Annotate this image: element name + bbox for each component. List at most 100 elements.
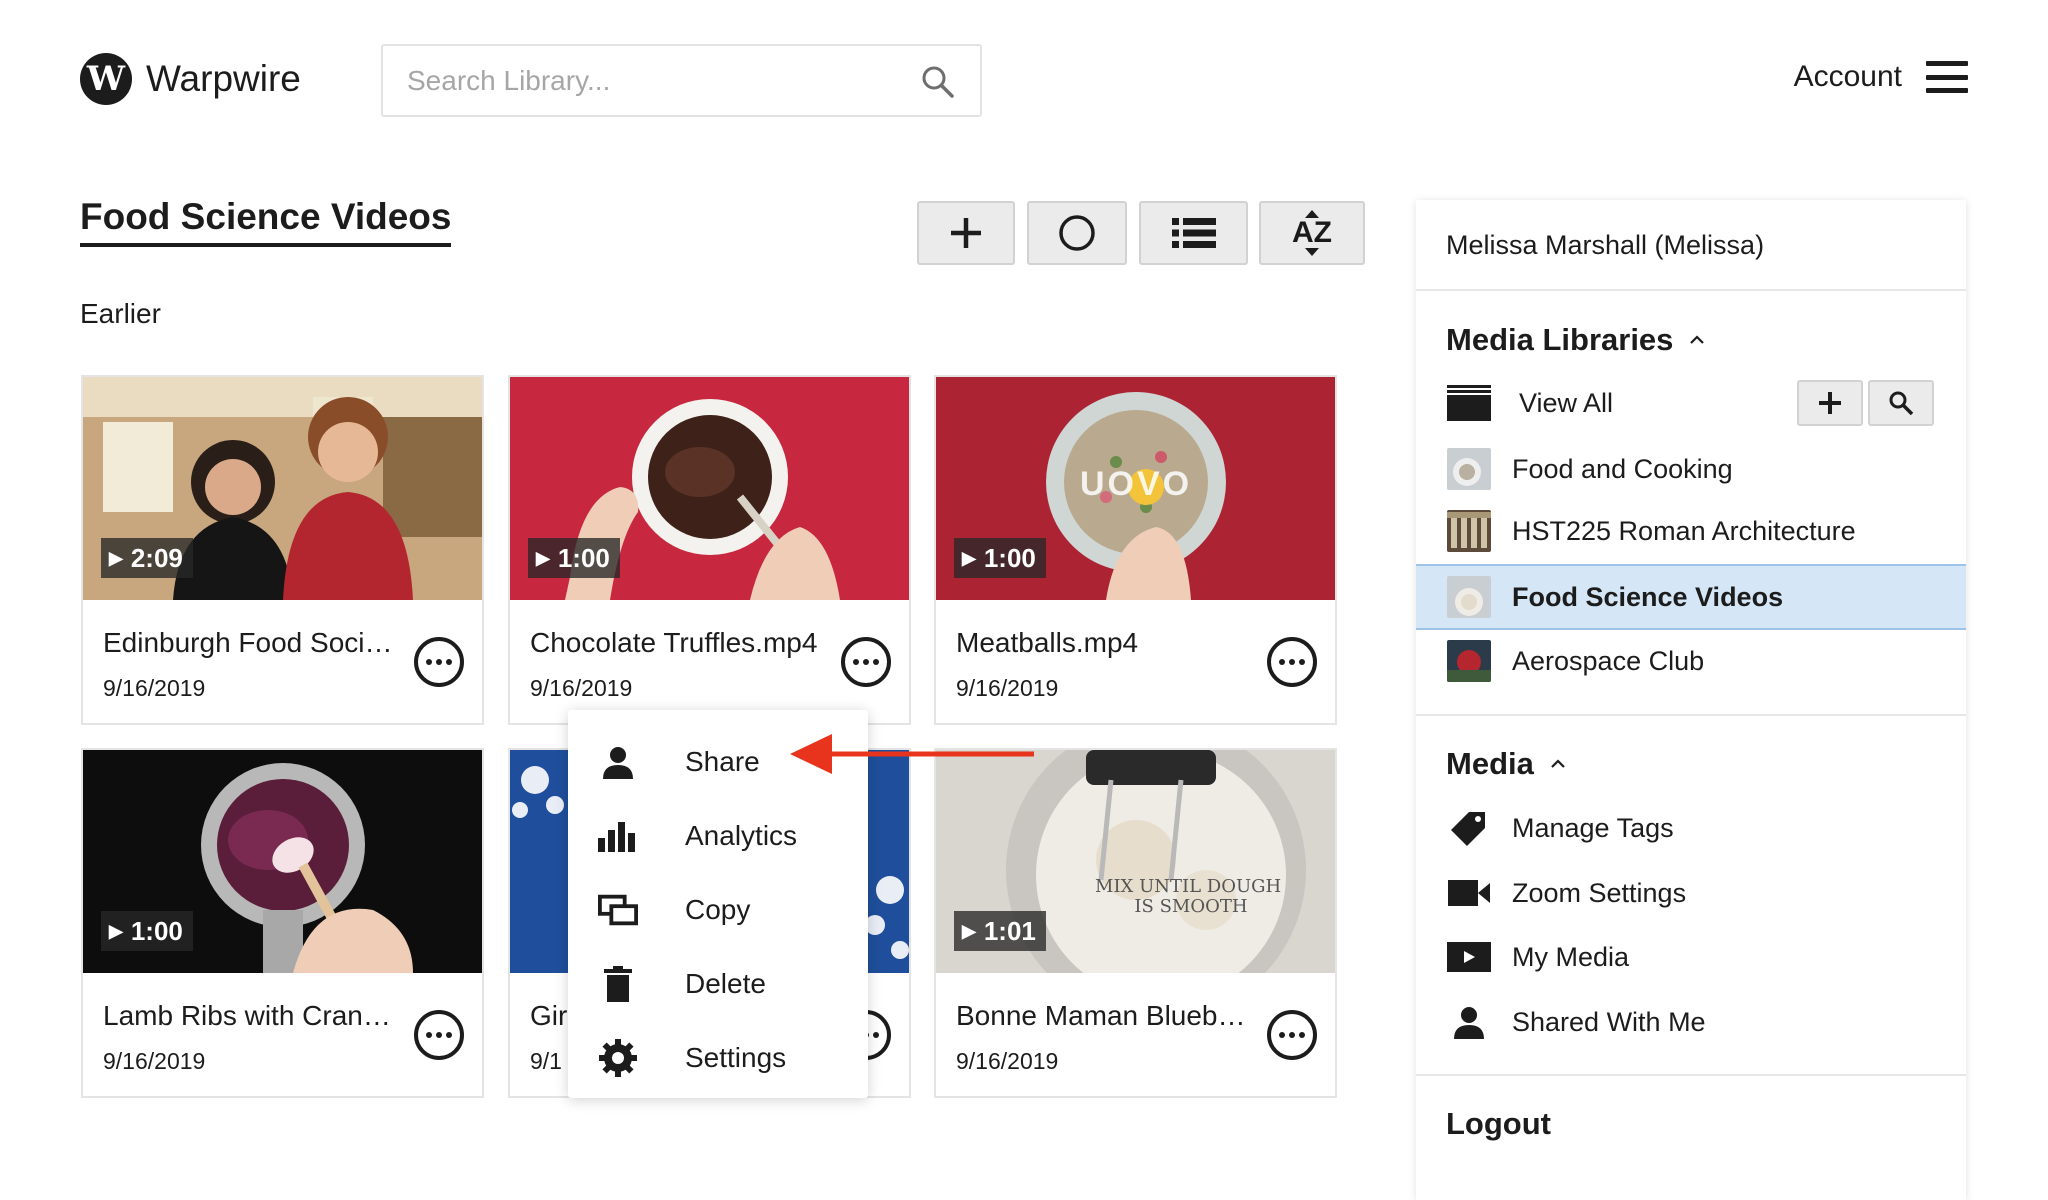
bar-chart-icon <box>598 816 638 856</box>
video-date: 9/16/2019 <box>103 675 206 701</box>
search-icon <box>1889 391 1914 416</box>
sidebar-item-library[interactable]: Food and Cooking <box>1416 438 1966 500</box>
sidebar-item-label: Manage Tags <box>1512 812 1674 843</box>
sidebar-item-label: View All <box>1519 387 1614 418</box>
tag-icon <box>1446 806 1492 850</box>
trash-icon <box>598 964 638 1004</box>
menu-item-label: Analytics <box>685 820 798 851</box>
video-date: 9/16/2019 <box>956 1048 1059 1074</box>
section-heading-label: Media <box>1446 746 1534 781</box>
user-name: Melissa Marshall (Melissa) <box>1446 230 1765 260</box>
duration-badge: ▶ 1:01 <box>954 911 1046 951</box>
video-card[interactable]: ▶ 1:00 Lamb Ribs with Cran… 9/16/2019 <box>81 748 484 1098</box>
menu-item-label: Share <box>685 746 760 777</box>
sidebar-item-view-all[interactable]: View All <box>1416 372 1966 434</box>
page-title: Food Science Videos <box>80 196 452 247</box>
menu-item-copy[interactable]: Copy <box>568 880 868 940</box>
more-options-button[interactable] <box>1267 1010 1317 1060</box>
video-date: 9/16/2019 <box>103 1048 206 1074</box>
divider <box>1416 289 1966 291</box>
sidebar-item-library[interactable]: HST225 Roman Architecture <box>1416 500 1966 562</box>
sidebar-item-zoom-settings[interactable]: Zoom Settings <box>1416 862 1966 924</box>
record-button[interactable] <box>1027 201 1127 265</box>
warpwire-logo[interactable]: W Warpwire <box>80 53 301 105</box>
sort-az-button[interactable]: AZ <box>1259 201 1365 265</box>
annotation-arrow-icon <box>790 734 1034 774</box>
video-date: 9/16/2019 <box>530 675 633 701</box>
video-title[interactable]: Edinburgh Food Soci… <box>103 627 403 659</box>
video-date: 9/1 <box>530 1048 562 1074</box>
chevron-up-icon[interactable] <box>1550 756 1566 772</box>
video-date: 9/16/2019 <box>956 675 1059 701</box>
plus-icon <box>1819 392 1841 414</box>
duration-badge: ▶ 1:00 <box>954 538 1046 578</box>
video-thumbnail[interactable]: UOVO ▶ 1:00 <box>936 377 1335 600</box>
video-title[interactable]: Lamb Ribs with Cran… <box>103 1000 403 1032</box>
folder-stack-icon <box>1446 381 1492 425</box>
copy-icon <box>598 890 638 930</box>
video-card[interactable]: ▶ 2:09 Edinburgh Food Soci… 9/16/2019 <box>81 375 484 725</box>
account-sidebar: Melissa Marshall (Melissa) Media Librari… <box>1416 200 1966 1200</box>
more-options-button[interactable] <box>1267 637 1317 687</box>
library-thumbnail <box>1446 509 1492 553</box>
menu-item-label: Settings <box>685 1042 787 1073</box>
search-input[interactable] <box>407 62 887 100</box>
account-menu[interactable]: Account <box>1794 60 1968 94</box>
video-title[interactable]: Chocolate Truffles.mp4 <box>530 627 830 659</box>
section-label-earlier: Earlier <box>80 298 161 329</box>
search-libraries-button[interactable] <box>1868 380 1934 426</box>
search-icon[interactable] <box>920 64 956 100</box>
list-view-button[interactable] <box>1139 201 1248 265</box>
video-thumbnail[interactable]: MIX UNTIL DOUGH IS SMOOTH ▶ 1:01 <box>936 750 1335 973</box>
sidebar-item-label: Food and Cooking <box>1512 453 1733 484</box>
play-box-icon <box>1446 935 1492 979</box>
media-libraries-heading[interactable]: Media Libraries <box>1446 322 1705 358</box>
section-heading-label: Media Libraries <box>1446 322 1674 357</box>
add-library-button[interactable] <box>1797 380 1863 426</box>
sidebar-item-my-media[interactable]: My Media <box>1416 926 1966 988</box>
sidebar-item-library-active[interactable]: Food Science Videos <box>1416 564 1966 630</box>
video-thumbnail[interactable]: ▶ 1:00 <box>83 750 482 973</box>
duration-badge: ▶ 1:00 <box>528 538 620 578</box>
more-options-button[interactable] <box>841 637 891 687</box>
hamburger-menu-icon[interactable] <box>1926 61 1968 93</box>
sidebar-item-label: HST225 Roman Architecture <box>1512 515 1856 546</box>
video-title[interactable]: Meatballs.mp4 <box>956 627 1256 659</box>
sidebar-item-label: Zoom Settings <box>1512 877 1687 908</box>
video-card[interactable]: UOVO ▶ 1:00 Meatballs.mp4 9/16/2019 <box>934 375 1337 725</box>
more-options-button[interactable] <box>414 1010 464 1060</box>
add-media-button[interactable] <box>917 201 1015 265</box>
search-box[interactable] <box>381 44 982 117</box>
sidebar-item-manage-tags[interactable]: Manage Tags <box>1416 797 1966 859</box>
chevron-up-icon[interactable] <box>1689 332 1705 348</box>
library-thumbnail <box>1446 447 1492 491</box>
sidebar-item-label: Food Science Videos <box>1512 581 1784 612</box>
sidebar-item-library[interactable]: Aerospace Club <box>1416 630 1966 692</box>
library-thumbnail <box>1446 639 1492 683</box>
thumbnail-overlay-text: UOVO <box>1080 465 1192 503</box>
menu-item-delete[interactable]: Delete <box>568 954 868 1014</box>
sort-arrow-down-icon <box>1305 248 1319 256</box>
video-title[interactable]: Bonne Maman Blueb… <box>956 1000 1256 1032</box>
logout-link[interactable]: Logout <box>1446 1106 1551 1142</box>
duration-badge: ▶ 2:09 <box>101 538 193 578</box>
more-options-button[interactable] <box>414 637 464 687</box>
sidebar-item-label: My Media <box>1512 941 1630 972</box>
library-thumbnail <box>1446 575 1492 619</box>
menu-item-analytics[interactable]: Analytics <box>568 806 868 866</box>
sidebar-item-shared-with-me[interactable]: Shared With Me <box>1416 991 1966 1053</box>
menu-item-settings[interactable]: Settings <box>568 1028 868 1088</box>
media-heading[interactable]: Media <box>1446 746 1566 782</box>
video-thumbnail[interactable]: ▶ 2:09 <box>83 377 482 600</box>
sidebar-item-label: Aerospace Club <box>1512 645 1705 676</box>
divider <box>1416 1074 1966 1076</box>
video-card[interactable]: ▶ 1:00 Chocolate Truffles.mp4 9/16/2019 <box>508 375 911 725</box>
logo-mark-icon: W <box>80 53 132 105</box>
person-icon <box>598 742 638 782</box>
video-card[interactable]: MIX UNTIL DOUGH IS SMOOTH ▶ 1:01 Bonne Ma… <box>934 748 1337 1098</box>
menu-item-label: Delete <box>685 968 766 999</box>
video-thumbnail[interactable]: ▶ 1:00 <box>510 377 909 600</box>
menu-item-label: Copy <box>685 894 751 925</box>
duration-badge: ▶ 1:00 <box>101 911 193 951</box>
account-label[interactable]: Account <box>1794 60 1902 94</box>
